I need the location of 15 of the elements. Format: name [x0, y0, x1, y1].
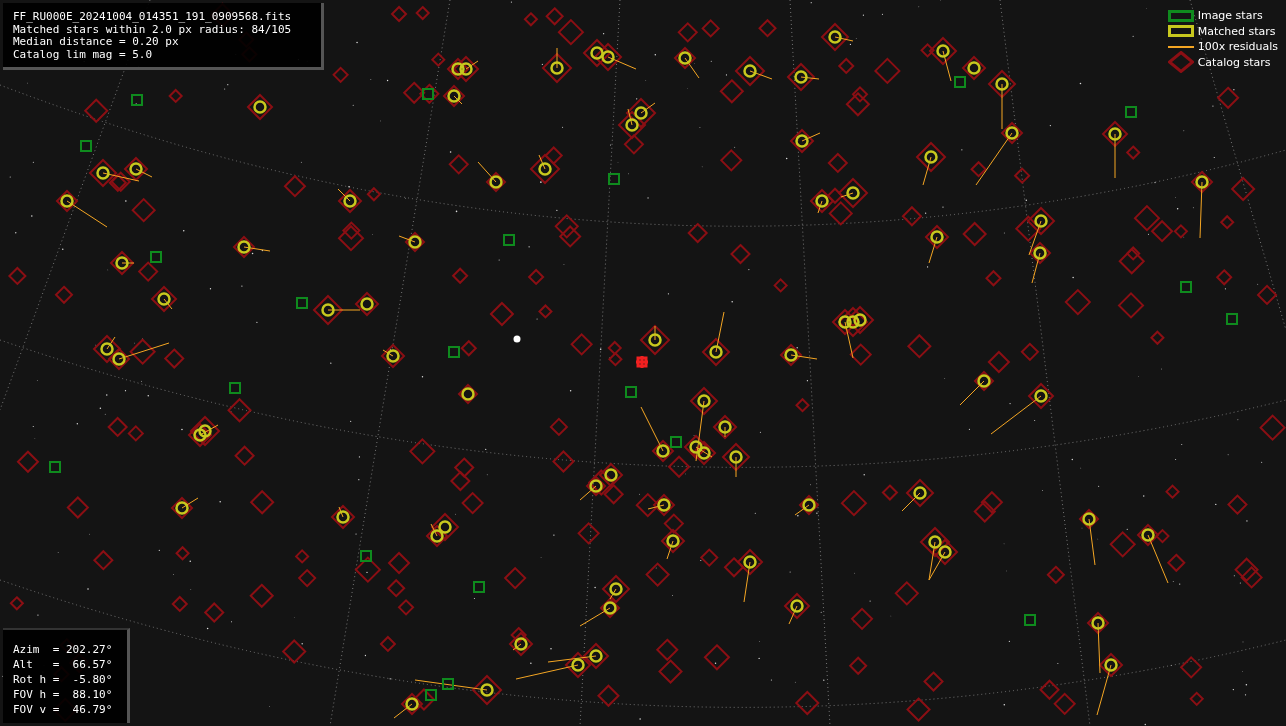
info-text: Median distance = 0.20 px: [13, 36, 180, 49]
info-text: Catalog lim mag = 5.0: [13, 48, 154, 61]
info-text: Matched stars within 2.0 px radius: 84/105: [13, 23, 293, 36]
pointing-text: Rot h = -5.80°: [13, 672, 114, 687]
legend-label: Matched stars: [1197, 24, 1276, 38]
pointing-text: FOV v = 46.79°: [13, 702, 114, 717]
residual-line-icon: [1167, 45, 1194, 48]
catalog-star-icon: [1167, 51, 1194, 74]
pointing-text: Alt = 66.57°: [13, 657, 114, 672]
info-text: FF_RU000E_20241004_014351_191_0909568.fits: [13, 11, 293, 24]
legend-label: Image stars: [1197, 9, 1263, 23]
legend-label: Catalog stars: [1197, 55, 1271, 69]
pointing-text: Azim = 202.27°: [13, 642, 114, 657]
legend-label: 100x residuals: [1197, 40, 1278, 54]
pointing-text: FOV h = 88.10°: [13, 687, 114, 702]
